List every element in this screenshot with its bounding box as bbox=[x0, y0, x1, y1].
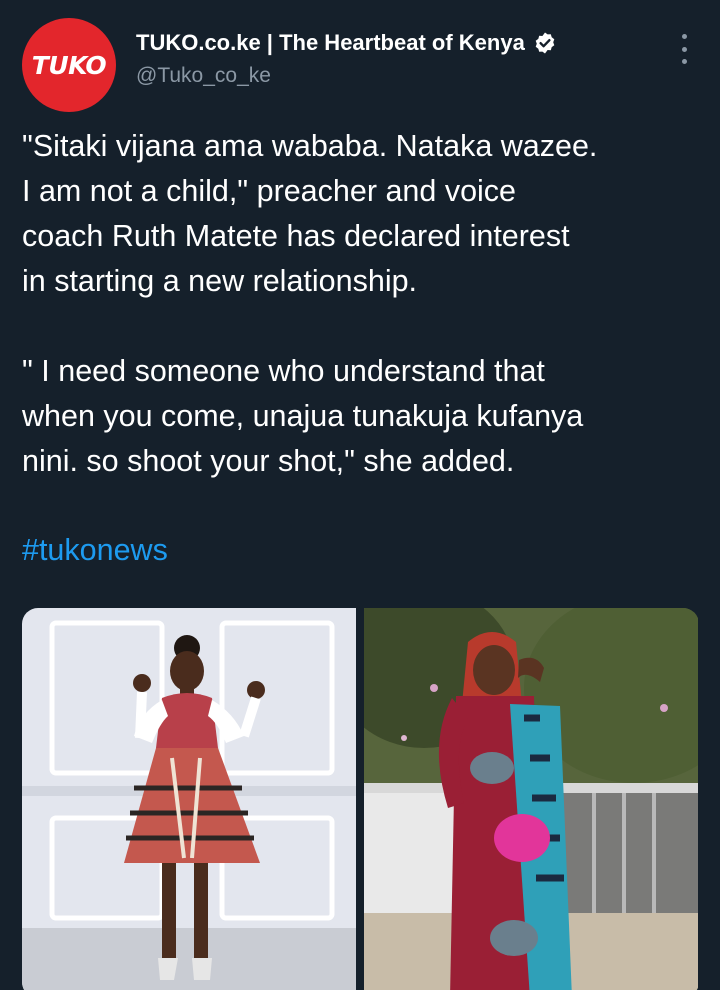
display-name-row[interactable]: TUKO.co.ke | The Heartbeat of Kenya bbox=[136, 30, 557, 56]
text-line: when you come, unajua tunakuja kufanya bbox=[22, 399, 584, 433]
photo-right[interactable] bbox=[364, 608, 698, 990]
hashtag-link[interactable]: #tukonews bbox=[22, 528, 702, 573]
avatar-logo-text: TUKO bbox=[31, 50, 107, 80]
more-options-icon[interactable] bbox=[674, 34, 694, 64]
avatar[interactable]: TUKO bbox=[22, 18, 116, 112]
photo-left[interactable] bbox=[22, 608, 356, 990]
text-line: I am not a child," preacher and voice bbox=[22, 174, 517, 208]
tweet-header: TUKO TUKO.co.ke | The Heartbeat of Kenya… bbox=[22, 18, 698, 114]
display-name: TUKO.co.ke | The Heartbeat of Kenya bbox=[136, 30, 525, 55]
media-grid bbox=[22, 608, 699, 990]
text-line: " I need someone who understand that bbox=[22, 354, 545, 388]
verified-badge-icon bbox=[535, 32, 555, 54]
tweet-text: "Sitaki vijana ama wababa. Nataka wazee.… bbox=[22, 124, 702, 573]
handle[interactable]: @Tuko_co_ke bbox=[136, 64, 557, 88]
more-dot bbox=[681, 34, 687, 39]
account-names: TUKO.co.ke | The Heartbeat of Kenya @Tuk… bbox=[136, 30, 557, 88]
text-line: in starting a new relationship. bbox=[22, 264, 418, 298]
text-line: "Sitaki vijana ama wababa. Nataka wazee. bbox=[22, 129, 598, 163]
more-dot bbox=[681, 59, 687, 64]
text-line: coach Ruth Matete has declared interest bbox=[22, 219, 570, 253]
tweet: TUKO TUKO.co.ke | The Heartbeat of Kenya… bbox=[0, 0, 720, 990]
more-dot bbox=[681, 46, 687, 52]
text-line: nini. so shoot your shot," she added. bbox=[22, 444, 515, 478]
